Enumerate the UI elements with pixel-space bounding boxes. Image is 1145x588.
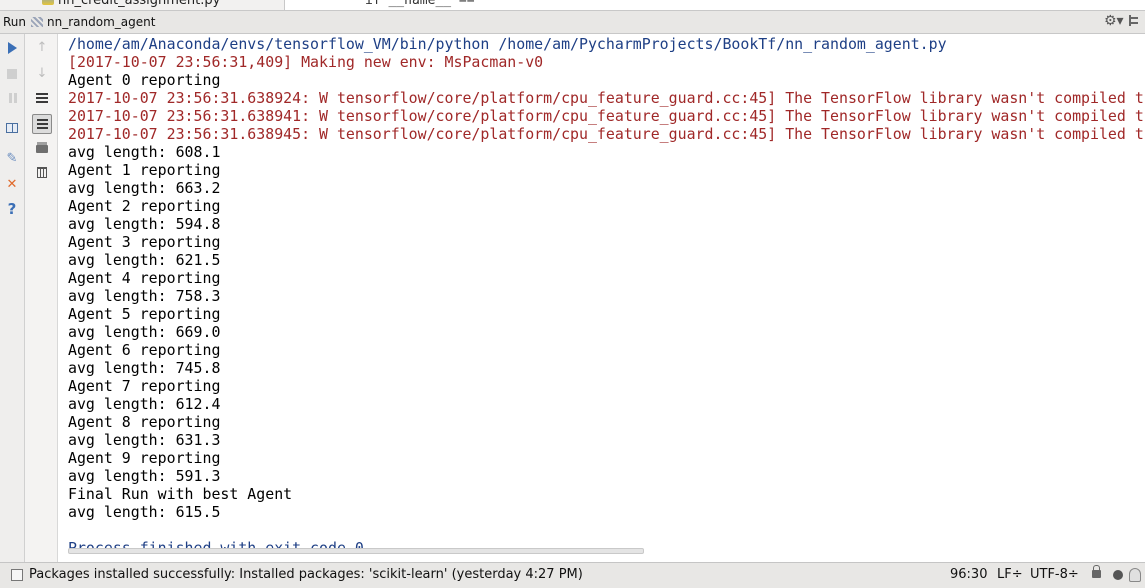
pin-icon: ✎ bbox=[6, 151, 18, 166]
console-line: avg length: 631.3 bbox=[68, 431, 221, 449]
clear-all-button[interactable] bbox=[33, 164, 51, 182]
restore-layout-button[interactable] bbox=[3, 119, 21, 137]
pause-button[interactable] bbox=[3, 89, 21, 107]
help-icon: ? bbox=[7, 200, 17, 218]
status-message[interactable]: Packages installed successfully: Install… bbox=[29, 567, 583, 582]
trash-icon bbox=[37, 167, 47, 178]
rerun-icon bbox=[7, 41, 17, 54]
console-line: [2017-10-07 23:56:31,409] Making new env… bbox=[68, 53, 544, 71]
python-file-icon bbox=[42, 0, 54, 5]
print-button[interactable] bbox=[33, 140, 51, 158]
gear-icon[interactable]: ⚙▾ bbox=[1104, 13, 1124, 29]
stop-button[interactable] bbox=[3, 65, 21, 83]
git-icon[interactable] bbox=[1113, 570, 1123, 580]
console-line: Agent 5 reporting bbox=[68, 305, 221, 323]
scroll-to-end-button[interactable] bbox=[32, 114, 52, 134]
console-line: 2017-10-07 23:56:31.638941: W tensorflow… bbox=[68, 107, 1144, 125]
hide-panel-icon[interactable] bbox=[1129, 15, 1138, 26]
console-line: Agent 7 reporting bbox=[68, 377, 221, 395]
run-panel-title: Run bbox=[3, 15, 27, 29]
run-tool-window-header: Run nn_random_agent ⚙▾ bbox=[0, 10, 1145, 34]
rerun-button[interactable] bbox=[3, 39, 21, 57]
pin-tab-button[interactable]: ✎ bbox=[3, 150, 21, 168]
lock-icon[interactable] bbox=[1092, 565, 1101, 578]
status-bar: Packages installed successfully: Install… bbox=[0, 562, 1145, 588]
run-toolbar-primary: ✎ ✕ ? bbox=[0, 34, 25, 562]
horizontal-scrollbar[interactable] bbox=[68, 548, 644, 554]
up-arrow-icon: ↑ bbox=[36, 40, 48, 55]
console-line: avg length: 621.5 bbox=[68, 251, 221, 269]
console-line: Agent 4 reporting bbox=[68, 269, 221, 287]
help-button[interactable]: ? bbox=[3, 200, 21, 218]
console-line: Agent 3 reporting bbox=[68, 233, 221, 251]
editor-file-tab[interactable]: nn_credit_assignment.py bbox=[42, 0, 220, 8]
console-line: Final Run with best Agent bbox=[68, 485, 293, 503]
hector-icon[interactable] bbox=[1129, 568, 1141, 582]
encoding-selector[interactable]: UTF-8÷ bbox=[1030, 567, 1079, 582]
editor-pane: if __name__ == " bbox=[284, 0, 1145, 10]
cursor-position[interactable]: 96:30 bbox=[950, 567, 987, 582]
restore-layout-icon bbox=[6, 122, 18, 133]
stop-icon bbox=[7, 68, 17, 79]
tool-windows-toggle-icon[interactable] bbox=[11, 569, 23, 581]
console-line: Agent 1 reporting bbox=[68, 161, 221, 179]
print-icon bbox=[36, 144, 48, 153]
console-line: /home/am/Anaconda/envs/tensorflow_VM/bin… bbox=[68, 35, 947, 53]
console-line: avg length: 594.8 bbox=[68, 215, 221, 233]
console-line: avg length: 591.3 bbox=[68, 467, 221, 485]
console-line: avg length: 745.8 bbox=[68, 359, 221, 377]
python-run-config-icon bbox=[31, 17, 43, 27]
soft-wrap-icon bbox=[36, 92, 48, 103]
close-button[interactable]: ✕ bbox=[3, 176, 21, 194]
soft-wrap-button[interactable] bbox=[33, 89, 51, 107]
console-lines: /home/am/Anaconda/envs/tensorflow_VM/bin… bbox=[68, 35, 1144, 557]
console-output[interactable]: /home/am/Anaconda/envs/tensorflow_VM/bin… bbox=[58, 34, 1145, 562]
editor-file-tab-label: nn_credit_assignment.py bbox=[58, 0, 221, 8]
console-line: Agent 9 reporting bbox=[68, 449, 221, 467]
console-line: Agent 2 reporting bbox=[68, 197, 221, 215]
editor-code-fragment: if __name__ == " bbox=[365, 0, 491, 8]
console-line: avg length: 758.3 bbox=[68, 287, 221, 305]
down-arrow-icon: ↓ bbox=[36, 66, 48, 81]
run-config-tab[interactable]: nn_random_agent bbox=[47, 15, 155, 29]
console-line: avg length: 669.0 bbox=[68, 323, 221, 341]
line-separator-selector[interactable]: LF÷ bbox=[997, 567, 1023, 582]
console-line: Agent 6 reporting bbox=[68, 341, 221, 359]
previous-occurrence-button[interactable]: ↑ bbox=[33, 39, 51, 57]
console-line: avg length: 663.2 bbox=[68, 179, 221, 197]
console-line: 2017-10-07 23:56:31.638945: W tensorflow… bbox=[68, 125, 1144, 143]
console-line: avg length: 612.4 bbox=[68, 395, 221, 413]
console-line: Agent 8 reporting bbox=[68, 413, 221, 431]
close-icon: ✕ bbox=[6, 177, 18, 192]
pause-icon bbox=[8, 92, 12, 103]
console-line: avg length: 608.1 bbox=[68, 143, 221, 161]
next-occurrence-button[interactable]: ↓ bbox=[33, 65, 51, 83]
run-toolbar-secondary: ↑ ↓ bbox=[25, 34, 58, 562]
console-line: avg length: 615.5 bbox=[68, 503, 221, 521]
editor-tab-strip: nn_credit_assignment.py if __name__ == " bbox=[0, 0, 1145, 10]
console-line: 2017-10-07 23:56:31.638924: W tensorflow… bbox=[68, 89, 1144, 107]
scroll-to-end-icon bbox=[36, 118, 48, 129]
console-line: Agent 0 reporting bbox=[68, 71, 221, 89]
